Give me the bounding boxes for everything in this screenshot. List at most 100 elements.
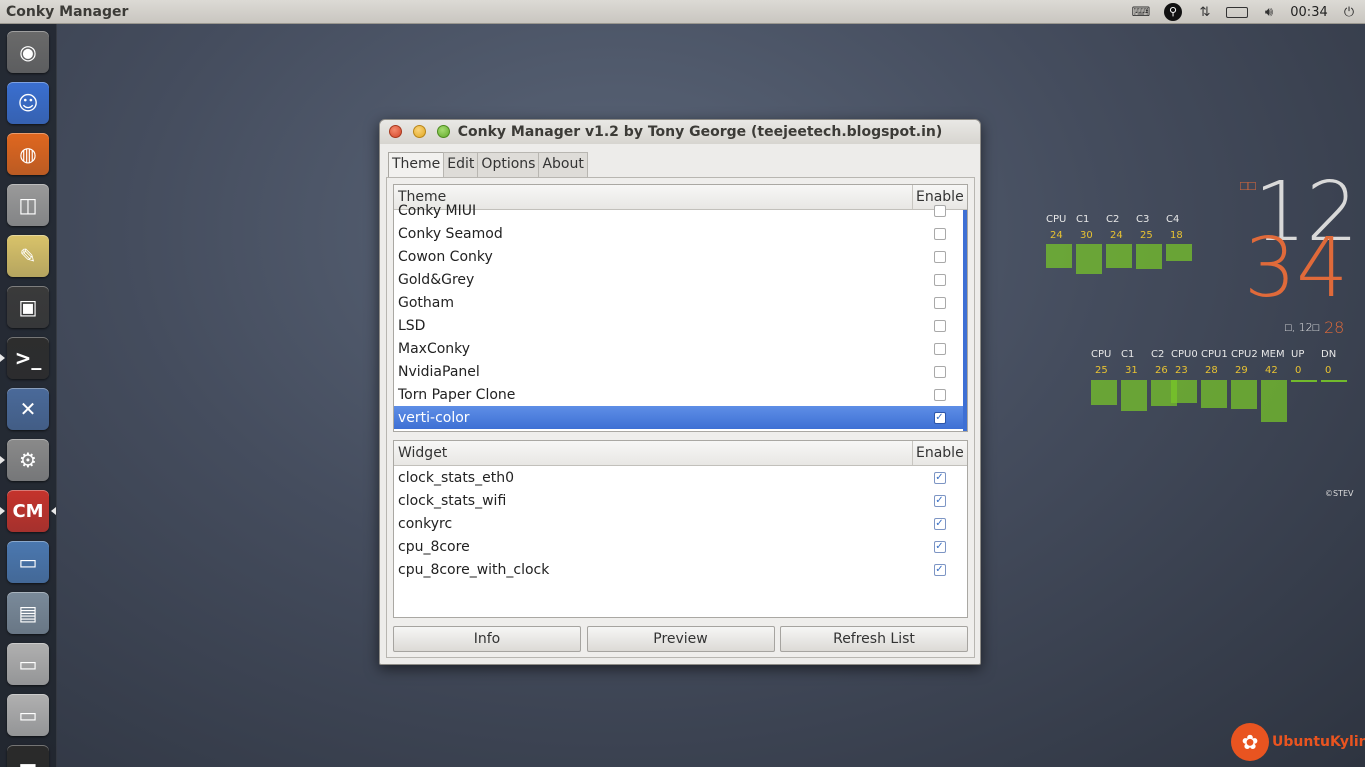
- list-item[interactable]: clock_stats_eth0 ✓: [394, 466, 967, 489]
- list-item[interactable]: Gold&Grey: [394, 268, 967, 291]
- enable-checkbox[interactable]: ✓: [933, 563, 946, 576]
- enable-checkbox[interactable]: [933, 204, 946, 217]
- enable-checkbox[interactable]: [933, 319, 946, 332]
- conky-top-value: 24: [1050, 230, 1063, 241]
- minimize-icon[interactable]: [413, 125, 426, 138]
- enable-checkbox[interactable]: [933, 227, 946, 240]
- tab-options[interactable]: Options: [477, 152, 540, 177]
- enable-checkbox[interactable]: [933, 250, 946, 263]
- info-button[interactable]: Info: [393, 626, 581, 652]
- widget-enable-column-header[interactable]: Enable: [912, 441, 967, 465]
- tab-theme[interactable]: Theme: [388, 152, 445, 178]
- list-item[interactable]: Gotham: [394, 291, 967, 314]
- enable-cell: ✓: [912, 494, 967, 507]
- list-item[interactable]: Conky Seamod: [394, 222, 967, 245]
- conky-bottom-bar: [1091, 380, 1117, 405]
- launcher-terminal-icon[interactable]: >_: [7, 337, 49, 379]
- conky-bottom-label: UP: [1291, 349, 1305, 360]
- enable-checkbox[interactable]: ✓: [933, 540, 946, 553]
- launcher-running-indicator: [0, 456, 5, 464]
- conky-top-label: CPU: [1046, 214, 1067, 225]
- list-item[interactable]: LSD: [394, 314, 967, 337]
- keyboard-icon[interactable]: ⌨: [1125, 0, 1157, 24]
- launcher-settings-icon[interactable]: ⚙: [7, 439, 49, 481]
- enable-checkbox[interactable]: ✓: [933, 471, 946, 484]
- launcher-drive-1-icon[interactable]: ▭: [7, 643, 49, 685]
- conky-bottom-bar: [1291, 380, 1317, 382]
- list-item-name: clock_stats_eth0: [398, 469, 514, 486]
- enable-checkbox[interactable]: [933, 273, 946, 286]
- launcher-firefox-icon[interactable]: ◍: [7, 133, 49, 175]
- conky-bottom-label: DN: [1321, 349, 1337, 360]
- enable-cell: ✓: [912, 471, 967, 484]
- preview-button[interactable]: Preview: [586, 626, 775, 652]
- list-item[interactable]: Cowon Conky: [394, 245, 967, 268]
- close-icon[interactable]: [389, 125, 402, 138]
- conky-top-value: 18: [1170, 230, 1183, 241]
- enable-cell: [912, 204, 967, 217]
- enable-checkbox[interactable]: [933, 388, 946, 401]
- launcher-media-icon[interactable]: ▣: [7, 286, 49, 328]
- clock[interactable]: 00:34: [1285, 0, 1333, 24]
- theme-list[interactable]: Theme Enable Conky MIUI Conky Seamod Cowon…: [393, 184, 968, 432]
- tab-edit[interactable]: Edit: [443, 152, 479, 177]
- launcher-drive-2-icon[interactable]: ▭: [7, 694, 49, 736]
- list-item[interactable]: NvidiaPanel: [394, 360, 967, 383]
- enable-checkbox[interactable]: [933, 365, 946, 378]
- list-item-name: cpu_8core_with_clock: [398, 561, 550, 578]
- list-item[interactable]: Conky MIUI: [394, 199, 967, 222]
- enable-cell: ✓: [912, 563, 967, 576]
- enable-checkbox[interactable]: ✓: [933, 494, 946, 507]
- launcher-window-app-icon[interactable]: ▭: [7, 541, 49, 583]
- list-item[interactable]: MaxConky: [394, 337, 967, 360]
- window-titlebar[interactable]: Conky Manager v1.2 by Tony George (teeje…: [380, 120, 980, 144]
- enable-cell: ✓: [912, 540, 967, 553]
- enable-checkbox[interactable]: [933, 296, 946, 309]
- list-item[interactable]: Torn Paper Clone: [394, 383, 967, 406]
- conky-bottom-value: 28: [1205, 365, 1218, 376]
- clock-minute: 34: [1244, 221, 1349, 316]
- conky-bottom-value: 0: [1295, 365, 1302, 376]
- enable-cell: [912, 342, 967, 355]
- conky-top-label: C3: [1136, 214, 1150, 225]
- list-item[interactable]: cpu_8core_with_clock ✓: [394, 558, 967, 581]
- enable-checkbox[interactable]: ✓: [933, 517, 946, 530]
- theme-list-scrollbar[interactable]: [963, 210, 967, 431]
- power-icon[interactable]: ⏻: [1333, 0, 1365, 24]
- launcher-system-monitor-icon[interactable]: ▤: [7, 592, 49, 634]
- list-item-name: Torn Paper Clone: [398, 386, 516, 403]
- tab-about[interactable]: About: [538, 152, 588, 177]
- clock-date: □, 12□: [1285, 321, 1320, 334]
- conky-bottom-label: CPU0: [1171, 349, 1198, 360]
- search-icon[interactable]: ⚲: [1157, 0, 1189, 24]
- conky-top-value: 30: [1080, 230, 1093, 241]
- volume-icon[interactable]: 🔊︎: [1253, 0, 1285, 24]
- list-item[interactable]: conkyrc ✓: [394, 512, 967, 535]
- conky-credit: ©STEV: [1325, 489, 1354, 498]
- enable-checkbox[interactable]: ✓: [933, 411, 946, 424]
- launcher-system-tools-icon[interactable]: ✕: [7, 388, 49, 430]
- launcher-finder-icon[interactable]: ☺: [7, 82, 49, 124]
- conky-bottom-value: 31: [1125, 365, 1138, 376]
- maximize-icon[interactable]: [437, 125, 450, 138]
- list-item-name: LSD: [398, 317, 426, 334]
- list-item-name: Conky Seamod: [398, 225, 503, 242]
- launcher-text-editor-icon[interactable]: ✎: [7, 235, 49, 277]
- network-icon[interactable]: ⇅: [1189, 0, 1221, 24]
- list-item[interactable]: verti-color ✓: [394, 406, 967, 429]
- launcher-ubuntu-dash-icon[interactable]: ◉: [7, 31, 49, 73]
- launcher-trash-icon[interactable]: ▬: [7, 745, 49, 767]
- launcher-conky-manager-icon[interactable]: CM: [7, 490, 49, 532]
- refresh-list-button[interactable]: Refresh List: [780, 626, 968, 652]
- enable-checkbox[interactable]: [933, 342, 946, 355]
- list-item[interactable]: cpu_8core ✓: [394, 535, 967, 558]
- brand-text: UbuntuKylin: [1272, 734, 1365, 750]
- conky-bottom-label: CPU1: [1201, 349, 1228, 360]
- battery-icon[interactable]: [1221, 0, 1253, 24]
- enable-cell: [912, 273, 967, 286]
- tab-bar: Theme Edit Options About: [388, 152, 588, 178]
- widget-column-header[interactable]: Widget: [394, 441, 912, 465]
- launcher-camera-icon[interactable]: ◫: [7, 184, 49, 226]
- list-item[interactable]: clock_stats_wifi ✓: [394, 489, 967, 512]
- widget-list[interactable]: Widget Enable clock_stats_eth0 ✓ clock_sta…: [393, 440, 968, 618]
